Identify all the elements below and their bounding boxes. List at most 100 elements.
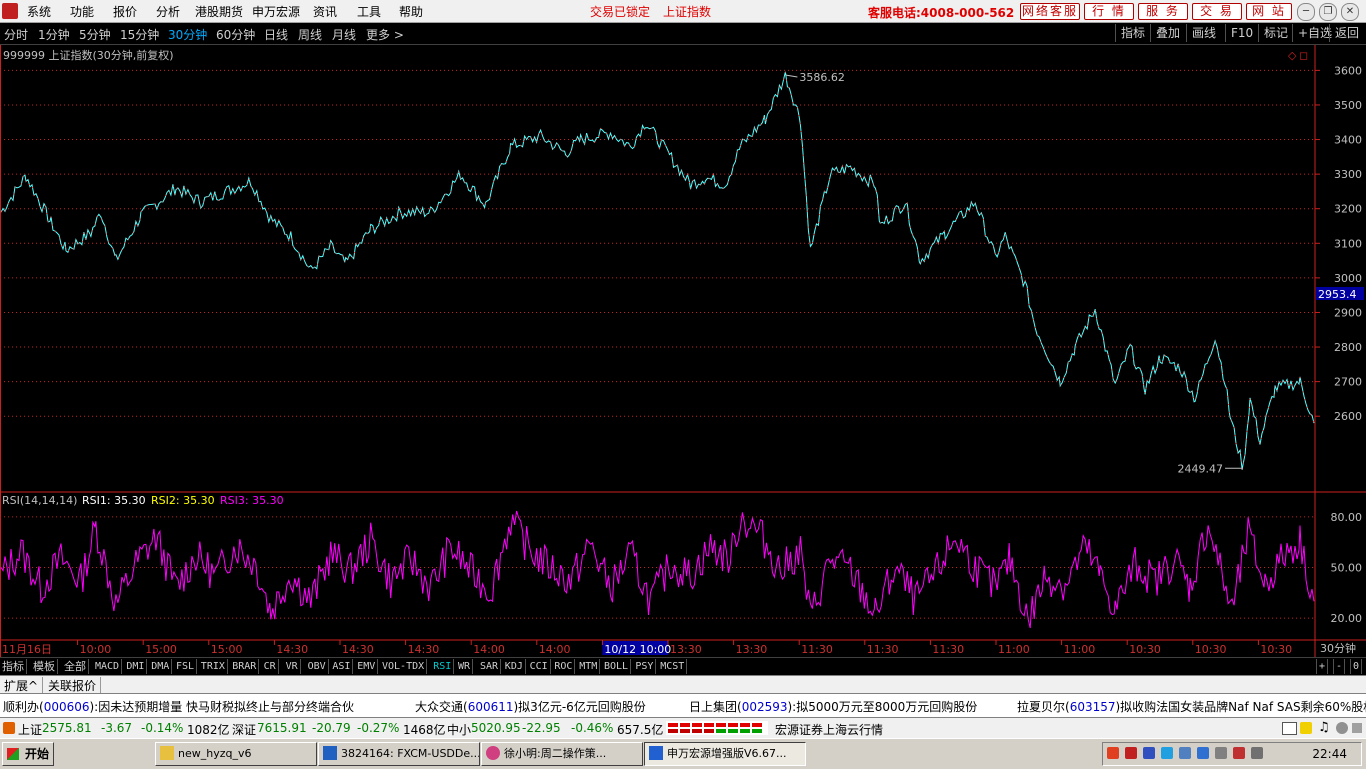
period-monthly[interactable]: 月线 — [332, 26, 356, 43]
close-icon[interactable]: ✕ — [1341, 3, 1359, 21]
menu-system[interactable]: 系统 — [27, 3, 51, 20]
tray-app-icon[interactable] — [1107, 747, 1119, 759]
indicator-tab-fsl[interactable]: FSL — [174, 659, 198, 674]
tray-network-icon[interactable] — [1143, 747, 1155, 759]
price-tick-label: 2700 — [1334, 376, 1362, 389]
trade-lock-status[interactable]: 交易已锁定 — [590, 3, 650, 20]
window-icon[interactable] — [1282, 722, 1297, 735]
zoom-out-button[interactable]: - — [1333, 659, 1346, 674]
task-shenwan-app[interactable]: 申万宏源增强版V6.67... — [644, 742, 806, 766]
tray-antivirus-icon[interactable] — [1215, 747, 1227, 759]
period-30min[interactable]: 30分钟 — [168, 26, 207, 43]
market-icon[interactable] — [3, 722, 15, 734]
minimize-icon[interactable]: ─ — [1297, 3, 1315, 21]
tray-shield-icon[interactable] — [1125, 747, 1137, 759]
indicator-tab-模板[interactable]: 模板 — [31, 659, 58, 674]
menu-function[interactable]: 功能 — [70, 3, 94, 20]
menu-info[interactable]: 资讯 — [313, 3, 337, 20]
period-1min[interactable]: 1分钟 — [38, 26, 70, 43]
chart-area[interactable]: 2600 2700 2800 2900 3000 3100 3200 3300 3400 3500… — [0, 45, 1366, 657]
expand-icon[interactable]: ◻ — [1299, 49, 1308, 62]
price-tick-label: 3100 — [1334, 237, 1362, 250]
task-browser-fxcm[interactable]: 3824164: FXCM-USDDe... — [318, 742, 480, 766]
tool-indicator[interactable]: 指标 — [1115, 24, 1150, 42]
indicator-tab-obv[interactable]: OBV — [306, 659, 329, 674]
news-item[interactable]: 日上集团(002593):拟5000万元至8000万元回购股份 — [689, 698, 977, 715]
period-weekly[interactable]: 周线 — [298, 26, 322, 43]
menu-quote[interactable]: 报价 — [113, 3, 137, 20]
period-daily[interactable]: 日线 — [264, 26, 288, 43]
tool-draw[interactable]: 画线 — [1186, 24, 1221, 42]
indicator-tab-指标[interactable]: 指标 — [0, 659, 27, 674]
indicator-tab-trix[interactable]: TRIX — [199, 659, 228, 674]
sme-index-label[interactable]: 中小 — [447, 721, 471, 738]
indicator-tab-brar[interactable]: BRAR — [230, 659, 260, 674]
settings-icon[interactable] — [1352, 723, 1362, 733]
indicator-tab-vr[interactable]: VR — [284, 659, 301, 674]
indicator-tab-sar[interactable]: SAR — [478, 659, 502, 674]
tool-overlay[interactable]: 叠加 — [1150, 24, 1185, 42]
indicator-tab-macd[interactable]: MACD — [93, 659, 123, 674]
tray-volume-icon[interactable] — [1251, 747, 1263, 759]
website-button[interactable]: 网 站 — [1246, 3, 1292, 20]
online-service-button[interactable]: 网络客服 — [1020, 3, 1080, 20]
indicator-tab-wr[interactable]: WR — [456, 659, 474, 674]
period-60min[interactable]: 60分钟 — [216, 26, 255, 43]
market-button[interactable]: 行 情 — [1084, 3, 1134, 20]
indicator-tab-dmi[interactable]: DMI — [124, 659, 148, 674]
restore-icon[interactable]: ❐ — [1319, 3, 1337, 21]
news-ticker[interactable]: 顺利办(000606):因未达预期增量 快马财税拟终止与部分终端合伙 大众交通(… — [0, 693, 1366, 717]
tray-flag-icon[interactable] — [1233, 747, 1245, 759]
indicator-tab-psy[interactable]: PSY — [633, 659, 657, 674]
indicator-tab-cci[interactable]: CCI — [528, 659, 551, 674]
indicator-tab-mcst[interactable]: MCST — [658, 659, 688, 674]
indicator-tab-rsi[interactable]: RSI — [431, 659, 455, 674]
service-button[interactable]: 服 务 — [1138, 3, 1188, 20]
indicator-tab-emv[interactable]: EMV — [355, 659, 379, 674]
sz-index-label[interactable]: 深证 — [232, 721, 256, 738]
tray-sync-icon[interactable] — [1197, 747, 1209, 759]
menu-hk-futures[interactable]: 港股期货 — [195, 3, 243, 20]
period-5min[interactable]: 5分钟 — [79, 26, 111, 43]
expand-quote-button[interactable]: 扩展^ — [0, 677, 44, 694]
indicator-tab-cr[interactable]: CR — [262, 659, 279, 674]
indicator-tab-vol-tdx[interactable]: VOL-TDX — [380, 659, 428, 674]
indicator-tab-全部[interactable]: 全部 — [62, 659, 89, 674]
news-item[interactable]: 大众交通(600611)拟3亿元-6亿元回购股份 — [415, 698, 646, 715]
lock-icon[interactable] — [1300, 722, 1312, 734]
menu-shenwan[interactable]: 申万宏源 — [252, 3, 300, 20]
app-logo-icon[interactable] — [2, 3, 18, 19]
menu-analysis[interactable]: 分析 — [156, 3, 180, 20]
indicator-tab-dma[interactable]: DMA — [149, 659, 173, 674]
tray-qq-icon[interactable] — [1161, 747, 1173, 759]
task-browser-blog[interactable]: 徐小明:周二操作策... — [481, 742, 643, 766]
indicator-tab-asi[interactable]: ASI — [330, 659, 354, 674]
sh-index-label[interactable]: 上证 — [18, 721, 42, 738]
taskbar-clock[interactable]: 22:44 — [1312, 747, 1347, 761]
period-more[interactable]: 更多 > — [366, 26, 404, 43]
start-button[interactable]: 开始 — [2, 742, 54, 766]
related-quote-button[interactable]: 关联报价 — [44, 677, 102, 694]
indicator-tab-boll[interactable]: BOLL — [602, 659, 632, 674]
zoom-reset-button[interactable]: 0 — [1350, 659, 1363, 674]
help-icon[interactable] — [1336, 722, 1348, 734]
period-15min[interactable]: 15分钟 — [120, 26, 159, 43]
news-item[interactable]: 顺利办(000606):因未达预期增量 快马财税拟终止与部分终端合伙 — [3, 698, 354, 715]
period-tick[interactable]: 分时 — [4, 26, 28, 43]
tool-f10[interactable]: F10 — [1225, 24, 1258, 42]
tray-bluetooth-icon[interactable] — [1179, 747, 1191, 759]
menu-help[interactable]: 帮助 — [399, 3, 423, 20]
news-item[interactable]: 拉夏贝尔(603157)拟收购法国女装品牌Naf Naf SAS剩余60%股权 — [1017, 698, 1366, 715]
tool-mark[interactable]: 标记 — [1258, 24, 1293, 42]
tool-back[interactable]: 返回 — [1329, 24, 1364, 42]
sme-index-value: 5020.95 — [471, 721, 521, 735]
zoom-in-button[interactable]: + — [1316, 659, 1329, 674]
indicator-tab-mtm[interactable]: MTM — [577, 659, 601, 674]
task-folder[interactable]: new_hyzq_v6 — [155, 742, 317, 766]
trade-button[interactable]: 交 易 — [1192, 3, 1242, 20]
menu-tools[interactable]: 工具 — [357, 3, 381, 20]
bell-icon[interactable]: ♫ — [1318, 720, 1330, 735]
indicator-tab-kdj[interactable]: KDJ — [503, 659, 526, 674]
indicator-tab-roc[interactable]: ROC — [552, 659, 576, 674]
diamond-icon[interactable]: ◇ — [1288, 49, 1297, 62]
